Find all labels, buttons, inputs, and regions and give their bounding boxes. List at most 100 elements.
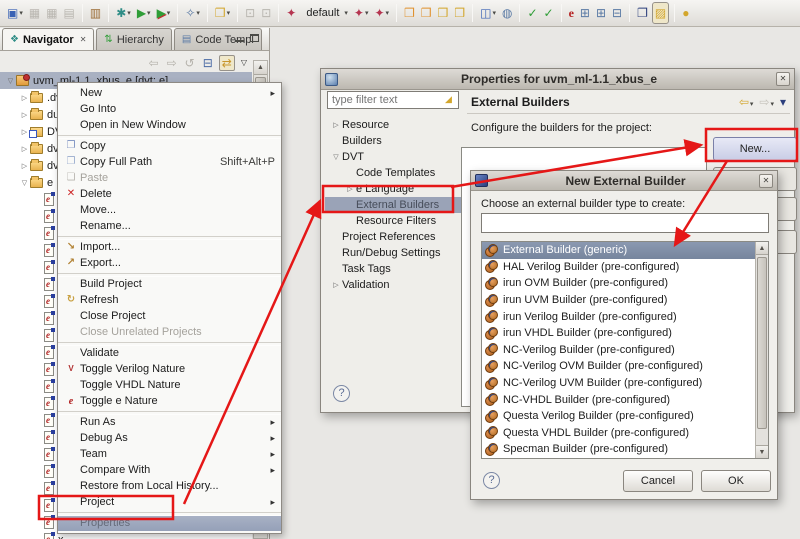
preference-tree-row[interactable]: Validation: [325, 277, 461, 293]
tree-twistie-icon[interactable]: [330, 281, 342, 289]
save-all-icon[interactable]: ▦: [44, 2, 59, 24]
builder-list-scrollbar[interactable]: ▲ ▼: [755, 242, 768, 458]
dvt-icon[interactable]: ●: [680, 2, 691, 24]
menu-item[interactable]: Compare With ▸: [58, 462, 281, 478]
scroll-down-icon[interactable]: ▼: [756, 445, 768, 458]
preference-tree-row[interactable]: Project References: [325, 229, 461, 245]
back-icon[interactable]: ⇦▾: [739, 95, 754, 109]
menu-item[interactable]: Close Project: [58, 308, 281, 324]
run-history-icon[interactable]: ▶ ▾: [155, 2, 173, 24]
highlight-icon[interactable]: ▨: [651, 2, 670, 24]
menu-item[interactable]: [58, 510, 281, 515]
builder-row[interactable]: Specman Builder (pre-configured): [482, 441, 755, 458]
tree-twistie-icon[interactable]: [344, 185, 356, 193]
save-icon[interactable]: ▦: [27, 2, 42, 24]
tree-twistie-icon[interactable]: [19, 162, 30, 170]
collapse-all-icon[interactable]: ⊟: [201, 56, 215, 70]
preference-tree-row[interactable]: Task Tags: [325, 261, 461, 277]
builder-row[interactable]: irun Verilog Builder (pre-configured): [482, 308, 755, 325]
menu-item[interactable]: Toggle Verilog Nature: [58, 361, 281, 377]
tree-twistie-icon[interactable]: [330, 153, 342, 161]
menu-item[interactable]: Delete: [58, 186, 281, 202]
menu-item[interactable]: Open in New Window: [58, 117, 281, 133]
up-icon[interactable]: ↺: [183, 56, 197, 70]
help-button[interactable]: ?: [333, 385, 350, 402]
preference-tree-row[interactable]: DVT: [325, 149, 461, 165]
new-wizard-icon[interactable]: ▣ ▾: [5, 2, 25, 24]
menu-item[interactable]: Validate: [58, 345, 281, 361]
menu-item[interactable]: Properties: [58, 515, 281, 531]
menu-item[interactable]: Copy Full Path Shift+Alt+P: [58, 154, 281, 170]
builder-row[interactable]: Questa VHDL Builder (pre-configured): [482, 425, 755, 442]
menu-item[interactable]: Debug As ▸: [58, 430, 281, 446]
menu-item[interactable]: Move...: [58, 202, 281, 218]
next-annotation-icon[interactable]: ⊡: [259, 2, 273, 24]
preference-tree-row[interactable]: Resource Filters: [325, 213, 461, 229]
new-dialog-titlebar[interactable]: New External Builder ✕: [471, 171, 777, 191]
builder-row[interactable]: NC-Verilog UVM Builder (pre-configured): [482, 375, 755, 392]
close-tab-icon[interactable]: ✕: [80, 35, 87, 44]
e-editor-icon[interactable]: e: [567, 2, 576, 24]
folder-t2-icon[interactable]: ❒: [419, 2, 434, 24]
key2-icon[interactable]: ✦ ▾: [352, 2, 371, 24]
properties-dialog-titlebar[interactable]: Properties for uvm_ml-1.1_xbus_e ✕: [321, 69, 794, 90]
stack-icon[interactable]: ❐: [635, 2, 650, 24]
tree-twistie-icon[interactable]: [330, 121, 342, 129]
clear-filter-icon[interactable]: ◢: [445, 94, 452, 105]
scroll-up-icon[interactable]: ▲: [254, 61, 267, 75]
menu-item[interactable]: Close Unrelated Projects: [58, 324, 281, 340]
tree-twistie-icon[interactable]: [5, 77, 16, 85]
forward-icon[interactable]: ⇨▾: [759, 95, 774, 109]
tree-twistie-icon[interactable]: [19, 179, 30, 187]
menu-item[interactable]: Build Project: [58, 276, 281, 292]
tree-twistie-icon[interactable]: [19, 94, 30, 102]
folder-t3-icon[interactable]: ❒: [436, 2, 451, 24]
back-icon[interactable]: ⇦: [147, 56, 161, 70]
help-button[interactable]: ?: [483, 472, 500, 489]
maximize-view-icon[interactable]: [250, 34, 259, 42]
new-builder-button[interactable]: New...: [713, 137, 797, 161]
builder-row[interactable]: irun VHDL Builder (pre-configured): [482, 325, 755, 342]
menu-item[interactable]: Team ▸: [58, 446, 281, 462]
default-combo[interactable]: default ▾: [300, 2, 350, 24]
ok-button[interactable]: OK: [701, 470, 771, 492]
prev-annotation-icon[interactable]: ⊡: [243, 2, 257, 24]
collapse-all-icon[interactable]: ⊟: [610, 2, 624, 24]
build-icon[interactable]: ▥: [88, 2, 103, 24]
ovm-check-icon[interactable]: ✓: [542, 2, 556, 24]
editor-split-icon[interactable]: ◫ ▾: [478, 2, 498, 24]
builder-row[interactable]: irun UVM Builder (pre-configured): [482, 292, 755, 309]
preference-tree-row[interactable]: Builders: [325, 133, 461, 149]
builder-row[interactable]: NC-Verilog OVM Builder (pre-configured): [482, 358, 755, 375]
view-menu-icon[interactable]: ▾: [780, 95, 786, 109]
menu-item[interactable]: [58, 409, 281, 414]
menu-item[interactable]: [58, 234, 281, 239]
menu-item[interactable]: [58, 133, 281, 138]
builder-row[interactable]: NC-VHDL Builder (pre-configured): [482, 391, 755, 408]
scrollbar-thumb[interactable]: [757, 257, 767, 429]
run-icon[interactable]: ▶ ▾: [135, 2, 153, 24]
close-dialog-icon[interactable]: ✕: [759, 173, 773, 188]
preference-tree-row[interactable]: Code Templates: [325, 165, 461, 181]
menu-item[interactable]: Toggle e Nature: [58, 393, 281, 409]
expand-all-icon[interactable]: ⊞: [594, 2, 608, 24]
debug-icon[interactable]: ✱ ▾: [114, 2, 133, 24]
minimize-view-icon[interactable]: [235, 34, 244, 42]
menu-item[interactable]: Paste: [58, 170, 281, 186]
builder-filter-input[interactable]: [481, 213, 769, 233]
preference-tree-row[interactable]: Run/Debug Settings: [325, 245, 461, 261]
menu-item[interactable]: Go Into: [58, 101, 281, 117]
menu-item[interactable]: [58, 340, 281, 345]
menu-item[interactable]: Export...: [58, 255, 281, 271]
preference-tree-row[interactable]: Resource: [325, 117, 461, 133]
key3-icon[interactable]: ✦ ▾: [372, 2, 391, 24]
search-icon[interactable]: ✧ ▾: [183, 2, 202, 24]
view-menu-icon[interactable]: ▽: [239, 58, 249, 68]
folder-t4-icon[interactable]: ❒: [452, 2, 467, 24]
preference-tree-row[interactable]: e Language: [325, 181, 461, 197]
menu-item[interactable]: Project ▸: [58, 494, 281, 510]
forward-icon[interactable]: ⇨: [165, 56, 179, 70]
builder-row[interactable]: irun OVM Builder (pre-configured): [482, 275, 755, 292]
builder-row[interactable]: External Builder (generic): [482, 242, 755, 259]
view-tab[interactable]: ⇅ Hierarchy: [96, 28, 172, 50]
